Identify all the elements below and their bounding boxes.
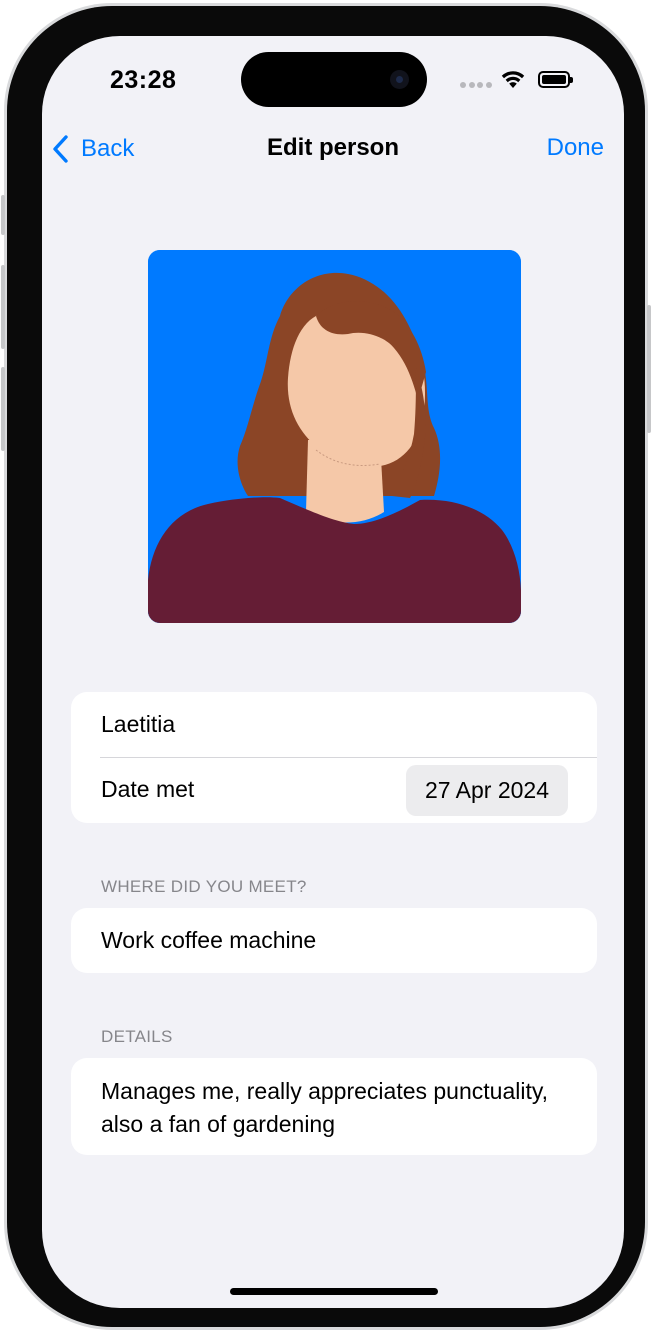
back-label: Back	[81, 135, 135, 162]
done-button[interactable]: Done	[547, 134, 604, 162]
person-info-group: Laetitia Date met 27 Apr 2024	[71, 692, 597, 823]
date-met-picker[interactable]: 27 Apr 2024	[405, 765, 568, 816]
name-value: Laetitia	[101, 711, 176, 737]
power-button	[647, 305, 651, 433]
details-group: Manages me, really appreciates punctuali…	[71, 1058, 597, 1155]
details-field[interactable]: Manages me, really appreciates punctuali…	[71, 1058, 597, 1141]
where-met-value: Work coffee machine	[101, 927, 317, 953]
avatar-photo[interactable]	[148, 250, 521, 623]
person-illustration	[148, 250, 521, 623]
chevron-left-icon	[53, 135, 68, 163]
status-time: 23:28	[110, 66, 177, 94]
date-met-row: Date met 27 Apr 2024	[71, 757, 597, 822]
date-met-label: Date met	[101, 776, 195, 802]
dynamic-island	[241, 52, 427, 107]
phone-bezel: 23:28 Edit person Back Done Laetitia Dat…	[7, 6, 645, 1327]
volume-up-button	[1, 265, 5, 349]
volume-down-button	[1, 367, 5, 451]
signal-dots-icon	[460, 81, 492, 89]
details-header: DETAILS	[101, 1027, 173, 1046]
home-indicator[interactable]	[230, 1288, 438, 1295]
where-met-header: WHERE DID YOU MEET?	[101, 877, 307, 896]
back-button[interactable]: Back	[52, 133, 134, 165]
action-button	[1, 195, 5, 235]
wifi-icon	[501, 71, 525, 88]
name-field[interactable]: Laetitia	[71, 692, 597, 757]
where-met-field[interactable]: Work coffee machine	[71, 908, 597, 973]
where-met-group: Work coffee machine	[71, 908, 597, 973]
phone-frame: 23:28 Edit person Back Done Laetitia Dat…	[1, 3, 651, 1330]
camera-icon	[390, 70, 409, 89]
screen: 23:28 Edit person Back Done Laetitia Dat…	[42, 36, 624, 1308]
battery-icon	[538, 71, 573, 88]
